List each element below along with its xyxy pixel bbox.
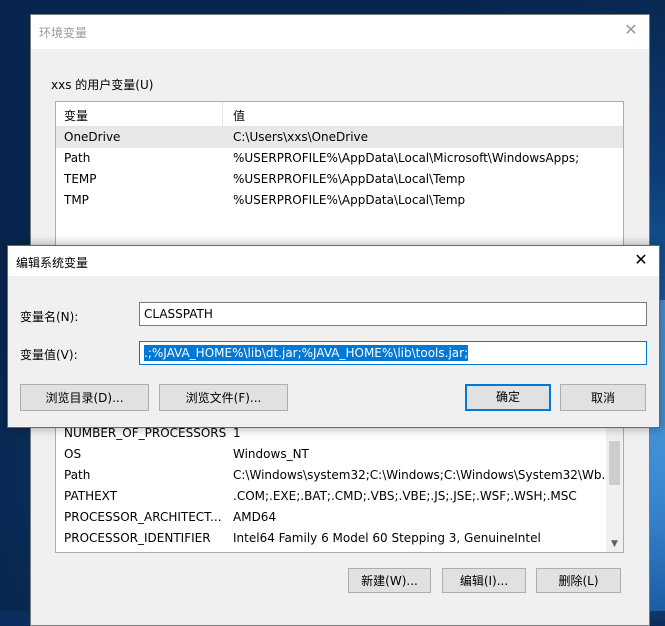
- user-vars-header: 变量 值: [56, 102, 623, 127]
- browse-directory-button[interactable]: 浏览目录(D)...: [20, 384, 149, 411]
- main-window-title: 环境变量: [39, 26, 88, 40]
- user-vars-group-label: xxs 的用户变量(U): [51, 78, 154, 92]
- dialog-title: 编辑系统变量: [16, 256, 89, 270]
- variable-name-input[interactable]: CLASSPATH: [139, 302, 647, 326]
- var-value: 1: [233, 426, 241, 440]
- table-row[interactable]: PATHEXT .COM;.EXE;.BAT;.CMD;.VBS;.VBE;.J…: [56, 486, 623, 507]
- table-row[interactable]: PROCESSOR_ARCHITECT... AMD64: [56, 507, 623, 528]
- var-name: PATHEXT: [64, 489, 118, 503]
- var-name: OneDrive: [64, 130, 121, 144]
- var-value: %USERPROFILE%\AppData\Local\Temp: [233, 172, 466, 186]
- variable-value-label: 变量值(V):: [20, 348, 78, 362]
- table-row[interactable]: PROCESSOR_IDENTIFIER Intel64 Family 6 Mo…: [56, 528, 623, 549]
- var-name: PROCESSOR_ARCHITECT...: [64, 510, 222, 524]
- scrollbar-thumb[interactable]: [609, 441, 620, 485]
- var-value: C:\Windows\system32;C:\Windows;C:\Window…: [233, 468, 613, 482]
- main-close-icon[interactable]: ✕: [623, 22, 639, 38]
- table-row[interactable]: TEMP %USERPROFILE%\AppData\Local\Temp: [56, 169, 623, 190]
- browse-file-button[interactable]: 浏览文件(F)...: [159, 384, 288, 411]
- ok-button[interactable]: 确定: [465, 384, 551, 411]
- table-row[interactable]: Path C:\Windows\system32;C:\Windows;C:\W…: [56, 465, 623, 486]
- variable-value-input[interactable]: .;%JAVA_HOME%\lib\dt.jar;%JAVA_HOME%\lib…: [139, 341, 647, 365]
- var-value: %USERPROFILE%\AppData\Local\Temp: [233, 193, 466, 207]
- delete-button[interactable]: 删除(L): [536, 568, 621, 593]
- var-value: Windows_NT: [233, 447, 309, 461]
- dialog-close-icon[interactable]: ✕: [633, 252, 649, 268]
- cancel-button[interactable]: 取消: [560, 384, 646, 411]
- variable-name-label: 变量名(N):: [20, 310, 79, 324]
- table-row[interactable]: Path %USERPROFILE%\AppData\Local\Microso…: [56, 148, 623, 169]
- dialog-titlebar: 编辑系统变量 ✕: [8, 246, 659, 276]
- column-header-value[interactable]: 值: [233, 107, 245, 124]
- var-value: .COM;.EXE;.BAT;.CMD;.VBS;.VBE;.JS;.JSE;.…: [233, 489, 577, 503]
- user-vars-list[interactable]: 变量 值 OneDrive C:\Users\xxs\OneDrive Path…: [55, 101, 624, 253]
- edit-system-variable-dialog: 编辑系统变量 ✕ 变量名(N): CLASSPATH 变量值(V): .;%JA…: [7, 245, 660, 428]
- var-name: NUMBER_OF_PROCESSORS: [64, 426, 227, 440]
- var-value: Intel64 Family 6 Model 60 Stepping 3, Ge…: [233, 531, 541, 545]
- table-row[interactable]: OneDrive C:\Users\xxs\OneDrive: [56, 127, 623, 148]
- var-name: Path: [64, 151, 91, 165]
- var-value: AMD64: [233, 510, 277, 524]
- var-name: PROCESSOR_IDENTIFIER: [64, 531, 211, 545]
- column-separator[interactable]: [222, 102, 223, 126]
- var-name: TMP: [64, 193, 89, 207]
- var-name: TEMP: [64, 172, 97, 186]
- edit-button[interactable]: 编辑(I)...: [442, 568, 526, 593]
- var-value: %USERPROFILE%\AppData\Local\Microsoft\Wi…: [233, 151, 580, 165]
- var-value: C:\Users\xxs\OneDrive: [233, 130, 369, 144]
- selected-text: .;%JAVA_HOME%\lib\dt.jar;%JAVA_HOME%\lib…: [144, 345, 469, 361]
- new-button[interactable]: 新建(W)...: [348, 568, 431, 593]
- main-titlebar: 环境变量 ✕: [31, 15, 649, 49]
- table-row[interactable]: OS Windows_NT: [56, 444, 623, 465]
- column-header-variable[interactable]: 变量: [64, 107, 88, 124]
- table-row[interactable]: TMP %USERPROFILE%\AppData\Local\Temp: [56, 190, 623, 211]
- var-name: Path: [64, 468, 91, 482]
- var-name: OS: [64, 447, 82, 461]
- scroll-down-icon[interactable]: ▼: [606, 536, 623, 552]
